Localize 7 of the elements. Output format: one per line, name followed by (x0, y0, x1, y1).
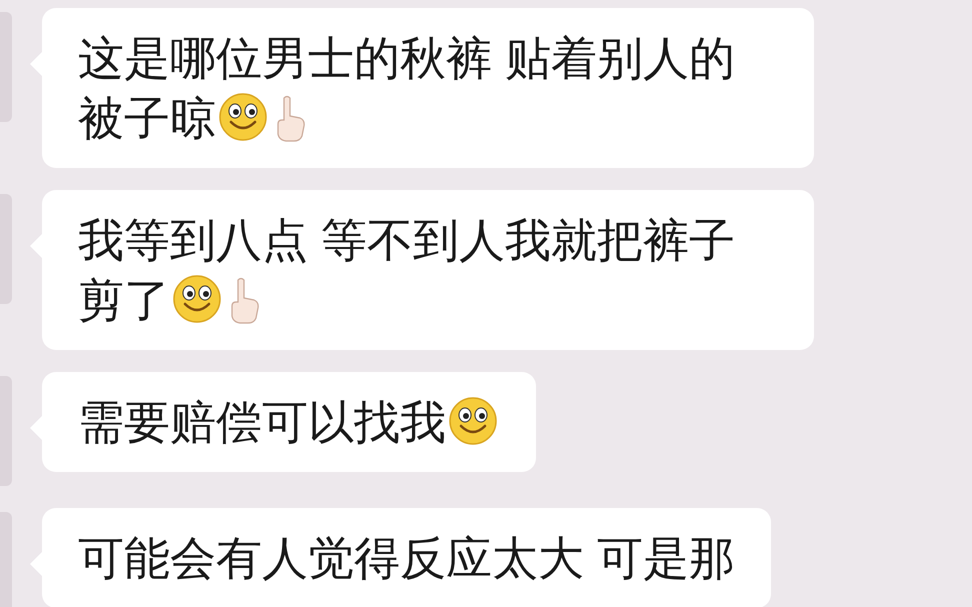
message-text: 可能会有人觉得反应太大 可是那 (78, 531, 735, 586)
smiley-emoji-icon (218, 92, 268, 142)
message-text: 需要赔偿可以找我 (78, 392, 500, 452)
smiley-emoji-icon (172, 274, 222, 324)
message-text: 我等到八点 等不到人我就把裤子剪了 (78, 213, 736, 328)
message-text: 这是哪位男士的秋裤 贴着别人的被子晾 (78, 31, 736, 146)
smiley-emoji-icon (448, 396, 498, 446)
